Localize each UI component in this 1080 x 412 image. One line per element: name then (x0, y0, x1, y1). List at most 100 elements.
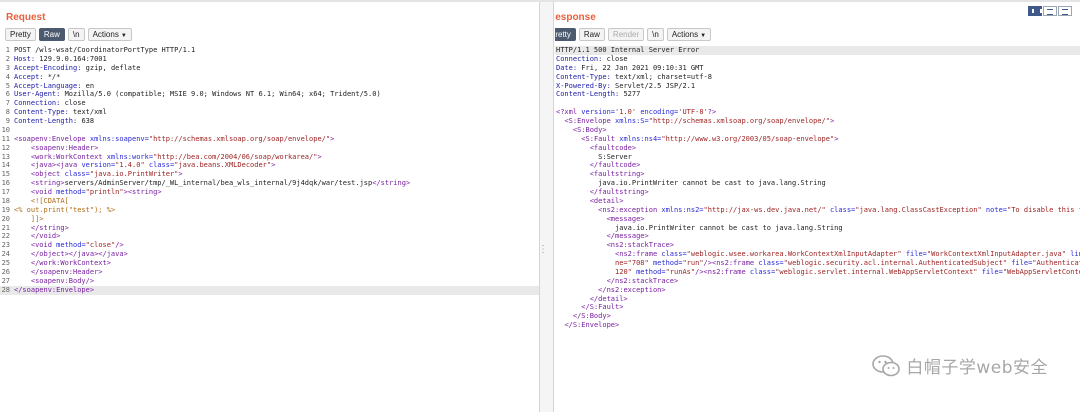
code-token: Content-Type: (556, 72, 616, 81)
code-token: <java><java (30, 161, 82, 170)
code-token: "weblogic.wsee.workarea.WorkContextXmlIn… (686, 250, 906, 259)
line-number: 12 (1, 143, 10, 152)
code-token: > (834, 134, 839, 143)
code-line: <S:Fault xmlns:ns4="http://www.w3.org/20… (555, 135, 1080, 144)
code-token: <% out.print("test"); %> (14, 205, 116, 214)
code-token: line= (1070, 250, 1080, 259)
code-line: <ns2:stackTrace> (555, 241, 1080, 250)
request-title: Request (6, 12, 46, 23)
code-token: close (606, 54, 628, 63)
pane-splitter[interactable] (540, 2, 554, 412)
request-editor[interactable]: 1 POST /wls-wsat/CoordinatorPortType HTTP… (0, 46, 539, 295)
response-render-button[interactable]: Render (607, 28, 645, 41)
response-newline-toggle[interactable]: \n (647, 28, 664, 41)
code-token: class= (661, 250, 687, 259)
code-line: </S:Envelope> (555, 321, 1080, 330)
tabs-layout-icon[interactable] (1058, 6, 1072, 16)
code-line: <detail> (555, 197, 1080, 206)
code-line: S:Server (555, 153, 1080, 162)
code-token: "WebAppServletContext.jav (1002, 267, 1080, 276)
code-line: 26 </soapenv:Header> (0, 268, 539, 277)
code-token: <work:WorkContext (30, 152, 107, 161)
line-number: 11 (1, 134, 10, 143)
response-editor[interactable]: 1HTTP/1.1 500 Internal Server Error2Conn… (555, 46, 1080, 330)
line-number: 13 (1, 152, 10, 161)
code-token: /><ns2:frame (703, 259, 759, 267)
code-token: method= (636, 267, 666, 276)
request-actions-button[interactable]: Actions ▼ (87, 28, 132, 41)
line-number: 25 (1, 259, 10, 267)
code-line: 12 <soapenv:Header> (0, 144, 539, 153)
code-token: Content-Type: (14, 108, 74, 117)
code-token: "http://www.w3.org/2003/05/soap-envelope… (661, 134, 835, 143)
code-token: "runAs" (665, 267, 696, 276)
code-token: S:Server (556, 152, 632, 161)
code-token: > (178, 170, 183, 179)
line-number: 21 (1, 223, 10, 232)
split-horizontal-icon[interactable] (1028, 6, 1042, 16)
code-line: <faultstring> (555, 170, 1080, 179)
code-token: "http://schemas.xmlsoap.org/soap/envelop… (148, 134, 331, 143)
code-token: class= (758, 259, 784, 267)
code-token: "1.4.0" (115, 161, 149, 170)
request-newline-toggle[interactable]: \n (67, 28, 85, 41)
code-token: Content-Length: (556, 90, 624, 99)
code-line: 3Date: Fri, 22 Jan 2021 09:10:31 GMT (555, 64, 1080, 73)
code-line: 28 </soapenv:Envelope> (0, 285, 539, 295)
line-number: 28 (1, 285, 10, 294)
code-token: method= (56, 241, 86, 250)
code-line: 5X-Powered-By: Servlet/2.5 JSP/2.1 (555, 82, 1080, 91)
code-line: java.io.PrintWriter cannot be cast to ja… (555, 179, 1080, 188)
code-token: ?> (707, 108, 717, 117)
code-token: > (317, 152, 322, 161)
code-token: "http://bea.com/2004/06/soap/workarea/" (153, 152, 318, 161)
code-token: xmlns:S= (615, 117, 649, 125)
code-token: Accept-Language: (14, 81, 86, 90)
code-token: class= (829, 205, 856, 214)
line-number: 18 (1, 196, 10, 205)
line-number: 23 (1, 241, 10, 250)
code-token: class= (64, 170, 90, 179)
code-line: 27 <soapenv:Body/> (0, 277, 539, 286)
code-token: </string> (30, 223, 69, 232)
code-line: 4 Accept: */* (0, 73, 539, 82)
response-actions-button[interactable]: Actions ▼ (666, 28, 712, 41)
code-token: POST /wls-wsat/CoordinatorPortType HTTP/… (14, 46, 196, 54)
line-number: 2 (5, 54, 10, 63)
response-pretty-button[interactable]: Pretty (555, 28, 576, 41)
code-line: 6 User-Agent: Mozilla/5.0 (compatible; MS… (0, 90, 539, 99)
code-token: X-Powered-By: (556, 81, 616, 90)
request-raw-button[interactable]: Raw (38, 28, 65, 41)
split-vertical-icon[interactable] (1043, 6, 1057, 16)
code-token: User-Agent: (14, 90, 65, 99)
code-token: "java.io.PrintWriter" (89, 170, 179, 179)
code-line: <S:Body> (555, 126, 1080, 135)
wechat-icon (872, 354, 901, 376)
code-token: java.io.PrintWriter cannot be cast to ja… (556, 179, 826, 188)
code-token: file= (1011, 259, 1033, 267)
code-line: 18 <![CDATA[ (0, 197, 539, 206)
code-token: > (829, 117, 835, 125)
code-line: </ns2:exception> (555, 286, 1080, 295)
code-token: <S:Fault (581, 134, 620, 143)
code-token: <![CDATA[ (30, 196, 69, 205)
line-number: 20 (1, 214, 10, 223)
line-number: 8 (5, 108, 10, 117)
request-pretty-button[interactable]: Pretty (5, 28, 36, 41)
code-token: <string> (30, 179, 65, 188)
splitter-grip-icon[interactable]: ⋮ (538, 245, 548, 260)
response-raw-button[interactable]: Raw (578, 28, 605, 41)
code-line: 13 <work:WorkContext xmlns:work="http://… (0, 153, 539, 162)
